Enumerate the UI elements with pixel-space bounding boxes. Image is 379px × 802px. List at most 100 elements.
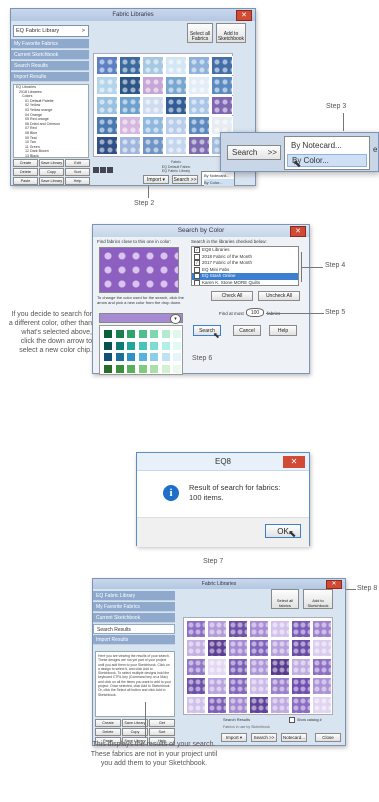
- color-chip-palette[interactable]: [99, 325, 183, 375]
- fabric-swatch[interactable]: [119, 76, 141, 95]
- result-fabric-swatch[interactable]: [270, 639, 290, 657]
- color-chip[interactable]: [160, 352, 171, 362]
- result-fabric-swatch[interactable]: [228, 639, 248, 657]
- color-chip[interactable]: [172, 363, 182, 374]
- fabric-swatch[interactable]: [188, 56, 210, 75]
- search-button[interactable]: Search >>: [251, 733, 277, 742]
- left-button-create-library[interactable]: Create Library: [13, 159, 38, 172]
- import-button[interactable]: Import ▾: [221, 733, 247, 742]
- fabric-swatch[interactable]: [165, 116, 187, 135]
- left-button-paste[interactable]: Paste: [13, 177, 38, 185]
- result-fabric-swatch[interactable]: [228, 620, 248, 638]
- checkbox[interactable]: ✓: [194, 247, 200, 253]
- fabric-swatch[interactable]: [211, 76, 233, 95]
- fabric-swatch[interactable]: [142, 136, 164, 155]
- close-button[interactable]: ✕: [236, 10, 252, 21]
- close-button[interactable]: ✕: [283, 456, 305, 468]
- result-fabric-swatch[interactable]: [291, 677, 311, 695]
- left-button-help[interactable]: Help: [65, 177, 90, 185]
- menu-by-notecard[interactable]: By Notecard...: [204, 172, 234, 179]
- color-chip[interactable]: [172, 352, 182, 362]
- result-fabric-swatch[interactable]: [207, 658, 227, 676]
- fabric-swatch[interactable]: [119, 136, 141, 155]
- color-chip[interactable]: [149, 352, 159, 362]
- checkbox[interactable]: ✓: [194, 273, 200, 280]
- checkbox[interactable]: [194, 279, 200, 285]
- check-all-button[interactable]: Check All: [211, 291, 253, 301]
- fabric-swatch[interactable]: [211, 56, 233, 75]
- fabric-swatch[interactable]: [119, 116, 141, 135]
- color-chip[interactable]: [172, 340, 182, 351]
- library-checkbox-row[interactable]: ✓ 2017 Fabric of the Month: [192, 260, 298, 267]
- left-button-sort[interactable]: Sort: [149, 728, 175, 736]
- uncheck-all-button[interactable]: Uncheck All: [258, 291, 300, 301]
- nav-item-0[interactable]: EQ Fabric Library: [93, 591, 175, 601]
- color-chip[interactable]: [126, 340, 136, 351]
- grid-view-controls[interactable]: [93, 160, 123, 173]
- checkbox[interactable]: [194, 266, 200, 273]
- callout-search-button[interactable]: Search >>: [227, 145, 281, 160]
- import-button[interactable]: Import ▾: [143, 175, 169, 184]
- library-checkbox-row[interactable]: ✓ EQ8 Libraries: [192, 247, 298, 254]
- result-fabric-swatch[interactable]: [291, 620, 311, 638]
- result-fabric-swatch[interactable]: [207, 639, 227, 657]
- result-fabric-swatch[interactable]: [249, 696, 269, 714]
- nav-item-1[interactable]: My Favorite Fabrics: [93, 602, 175, 612]
- result-fabric-swatch[interactable]: [249, 658, 269, 676]
- result-fabric-swatch[interactable]: [270, 620, 290, 638]
- select-all-fabrics-button[interactable]: Select all fabrics: [271, 589, 299, 609]
- result-fabric-swatch[interactable]: [186, 696, 206, 714]
- close-button[interactable]: ✕: [290, 226, 306, 237]
- nav-sketchbook[interactable]: Current Sketchbook: [11, 50, 89, 60]
- fabric-swatch[interactable]: [188, 76, 210, 95]
- result-fabric-swatch[interactable]: [270, 658, 290, 676]
- fabric-swatch[interactable]: [211, 96, 233, 115]
- tree-item[interactable]: 13 Black: [16, 154, 88, 157]
- result-fabric-swatch[interactable]: [312, 696, 332, 714]
- color-chip[interactable]: [160, 340, 171, 351]
- fabric-swatch[interactable]: [165, 56, 187, 75]
- nav-item-4[interactable]: Import Results: [93, 635, 175, 645]
- result-fabric-swatch[interactable]: [228, 696, 248, 714]
- color-chip[interactable]: [114, 363, 125, 374]
- show-catalog-checkbox[interactable]: Show catalog #: [289, 717, 322, 723]
- library-checkbox-row[interactable]: Karen K. Stone MORE Quilts: [192, 279, 298, 285]
- checkbox[interactable]: ✓: [194, 260, 200, 267]
- callout-menu-notecard[interactable]: By Notecard...: [291, 141, 342, 150]
- fabric-swatch[interactable]: [188, 136, 210, 155]
- fabric-swatch[interactable]: [96, 56, 118, 75]
- result-fabric-swatch[interactable]: [228, 658, 248, 676]
- left-button-create-library[interactable]: Create Library: [95, 719, 121, 732]
- left-button-delete[interactable]: Delete: [95, 728, 121, 736]
- fabric-swatch[interactable]: [188, 116, 210, 135]
- fabric-swatch[interactable]: [142, 76, 164, 95]
- library-checkbox-row[interactable]: 2018 Fabric of the Month: [192, 253, 298, 261]
- add-to-sketchbook-button[interactable]: Add to Sketchbook: [216, 23, 246, 43]
- color-chip[interactable]: [137, 340, 148, 351]
- result-fabric-swatch[interactable]: [249, 677, 269, 695]
- result-fabric-swatch[interactable]: [291, 658, 311, 676]
- left-button-delete[interactable]: Delete: [13, 168, 38, 176]
- nav-favorites[interactable]: My Favorite Fabrics: [11, 39, 89, 49]
- left-button-sort[interactable]: Sort: [65, 168, 90, 176]
- result-fabric-swatch[interactable]: [291, 696, 311, 714]
- menu-by-color[interactable]: By Color...: [204, 179, 234, 186]
- fabric-swatch[interactable]: [165, 76, 187, 95]
- fabric-swatch[interactable]: [96, 96, 118, 115]
- nav-import-results[interactable]: Import Results: [11, 72, 89, 82]
- library-dropdown[interactable]: EQ Fabric Library >: [13, 25, 89, 37]
- result-fabric-swatch[interactable]: [270, 696, 290, 714]
- color-chip[interactable]: [126, 363, 136, 374]
- result-fabric-swatch[interactable]: [312, 620, 332, 638]
- result-fabric-swatch[interactable]: [186, 620, 206, 638]
- result-fabric-swatch[interactable]: [249, 639, 269, 657]
- add-to-sketchbook-button[interactable]: Add to Sketchbook: [303, 589, 333, 609]
- fabric-swatch[interactable]: [188, 96, 210, 115]
- fabric-swatch[interactable]: [142, 96, 164, 115]
- left-button-get[interactable]: Get: [149, 719, 175, 727]
- color-chip[interactable]: [114, 329, 125, 339]
- fabric-swatch[interactable]: [142, 116, 164, 135]
- select-all-fabrics-button[interactable]: Select all Fabrics: [187, 23, 213, 43]
- fabric-swatch[interactable]: [142, 56, 164, 75]
- results-fabric-grid[interactable]: [183, 617, 333, 715]
